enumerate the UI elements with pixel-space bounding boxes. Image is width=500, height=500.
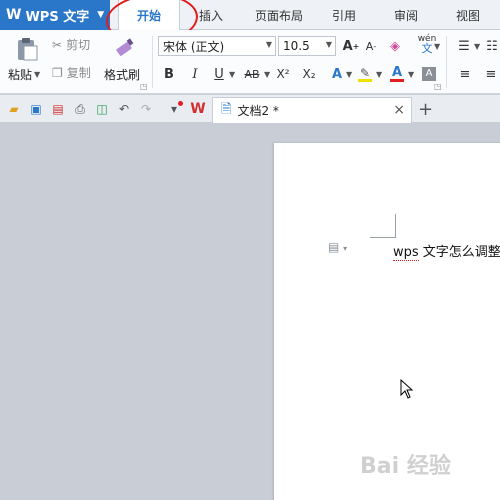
- export-pdf-icon[interactable]: ▤: [50, 101, 66, 117]
- chevron-down-icon: ▼: [34, 70, 41, 79]
- numbered-list-icon[interactable]: ☷: [484, 36, 500, 56]
- mouse-cursor-icon: [400, 378, 414, 402]
- document-text[interactable]: wps 文字怎么调整: [393, 241, 500, 261]
- chevron-down-icon[interactable]: ▼: [346, 70, 352, 79]
- shrink-font-icon[interactable]: A-: [362, 36, 380, 56]
- chevron-down-icon[interactable]: ▼: [376, 70, 382, 79]
- group-divider: [152, 36, 153, 88]
- copy-button[interactable]: ❐ 复制: [52, 64, 91, 81]
- print-preview-icon[interactable]: ◫: [94, 101, 110, 117]
- paste-icon[interactable]: [10, 34, 44, 64]
- chevron-down-icon[interactable]: ▼: [229, 70, 235, 79]
- chevron-down-icon: ▼: [97, 10, 105, 20]
- format-painter-icon[interactable]: [110, 34, 140, 62]
- grow-font-icon[interactable]: A +: [342, 36, 360, 56]
- print-icon[interactable]: ⎙: [72, 101, 88, 117]
- font-color-button[interactable]: A: [388, 64, 406, 84]
- character-shading-button[interactable]: A: [420, 64, 438, 84]
- scissors-icon: ✂: [52, 37, 63, 52]
- font-size-value: 10.5: [283, 39, 310, 53]
- bold-button[interactable]: B: [160, 64, 178, 84]
- phonetic-glyph-icon: 文: [421, 42, 433, 55]
- document-page[interactable]: [274, 143, 500, 500]
- tab-review[interactable]: 审阅: [382, 0, 430, 30]
- superscript-button[interactable]: X²: [272, 64, 294, 84]
- notification-dot-icon: [178, 101, 183, 106]
- align-left-icon[interactable]: ≡: [456, 64, 474, 84]
- chevron-down-icon[interactable]: ▼: [408, 70, 414, 79]
- wps-logo-icon[interactable]: W: [190, 101, 206, 117]
- group-divider: [446, 36, 447, 88]
- chevron-down-icon: ▼: [325, 40, 332, 49]
- font-name-value: 宋体 (正文): [163, 39, 225, 54]
- cut-button[interactable]: ✂ 剪切: [52, 36, 90, 53]
- bullet-list-icon[interactable]: ☰: [454, 36, 474, 56]
- tab-view[interactable]: 视图: [444, 0, 492, 30]
- font-name-select[interactable]: 宋体 (正文) ▼: [158, 36, 276, 56]
- margin-corner-mark: [395, 214, 396, 238]
- ribbon-tab-bar: W WPS 文字 ▼ 开始 插入 页面布局 引用 审阅 视图: [0, 0, 500, 31]
- tab-home[interactable]: 开始: [118, 0, 180, 31]
- font-size-select[interactable]: 10.5 ▼: [278, 36, 336, 56]
- wps-logo-icon: W: [6, 7, 22, 23]
- highlight-color-bar: [358, 78, 372, 82]
- save-icon[interactable]: ▣: [28, 101, 44, 117]
- format-painter-label: 格式刷: [104, 68, 141, 82]
- undo-icon[interactable]: ↶: [116, 101, 132, 117]
- underline-button[interactable]: U: [210, 64, 228, 84]
- font-color-icon: A: [391, 64, 403, 80]
- subscript-button[interactable]: X₂: [298, 64, 320, 84]
- dialog-launcher-icon[interactable]: ◳: [140, 82, 148, 91]
- highlight-button[interactable]: ✎: [356, 64, 374, 84]
- chevron-down-icon[interactable]: ▼: [264, 70, 270, 79]
- format-painter-button[interactable]: 格式刷: [104, 66, 140, 83]
- highlighter-icon: ✎: [359, 65, 371, 80]
- dialog-launcher-icon[interactable]: ◳: [434, 82, 442, 91]
- spellcheck-word: wps: [393, 245, 419, 261]
- tab-page-layout[interactable]: 页面布局: [244, 0, 314, 30]
- chevron-down-icon: ▼: [265, 40, 272, 49]
- open-folder-icon[interactable]: ▰: [6, 101, 22, 117]
- redo-icon[interactable]: ↷: [138, 101, 154, 117]
- paste-button[interactable]: 粘贴 ▼: [8, 66, 40, 83]
- new-tab-icon[interactable]: +: [418, 99, 433, 120]
- chevron-down-icon[interactable]: ▼: [434, 42, 440, 51]
- font-color-bar: [390, 78, 404, 82]
- watermark: Bai 经验: [360, 454, 451, 479]
- close-icon[interactable]: ×: [393, 102, 405, 118]
- paragraph-handle-icon[interactable]: ▤ ▾: [328, 240, 347, 254]
- chevron-down-icon[interactable]: ▼: [474, 42, 480, 51]
- paste-label: 粘贴: [8, 68, 33, 82]
- align-center-icon[interactable]: ≡: [482, 64, 500, 84]
- app-name: WPS 文字: [25, 9, 90, 25]
- copy-label: 复制: [66, 66, 91, 80]
- clear-format-icon[interactable]: ◈: [386, 36, 404, 56]
- document-tab-name: 文档2 *: [237, 104, 279, 118]
- text-effect-icon[interactable]: A: [328, 64, 346, 84]
- quick-access-toolbar: ▰ ▣ ▤ ⎙ ◫ ↶ ↷ ▾ W 🗎 文档2 * × +: [0, 95, 500, 123]
- ribbon-home: 粘贴 ▼ ✂ 剪切 ❐ 复制 格式刷 ◳ 宋体 (正文) ▼ 10.5 ▼ A + …: [0, 30, 500, 94]
- document-icon: 🗎: [221, 101, 232, 117]
- tab-references[interactable]: 引用: [320, 0, 368, 30]
- cut-label: 剪切: [66, 38, 91, 52]
- strikethrough-button[interactable]: AB: [240, 64, 264, 84]
- document-text-rest: 文字怎么调整: [418, 245, 500, 260]
- tab-insert[interactable]: 插入: [186, 0, 236, 30]
- shading-icon: A: [422, 67, 436, 81]
- document-tab[interactable]: 🗎 文档2 * ×: [212, 97, 412, 123]
- margin-corner-mark: [370, 237, 395, 238]
- app-menu-button[interactable]: W WPS 文字 ▼: [0, 0, 110, 30]
- copy-icon: ❐: [52, 65, 63, 80]
- italic-button[interactable]: I: [186, 64, 204, 84]
